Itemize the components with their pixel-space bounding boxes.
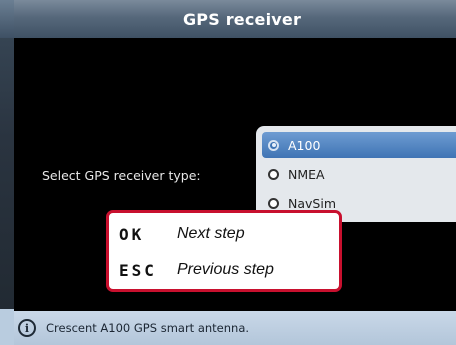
app-frame: GPS receiver Select GPS receiver type: A… bbox=[0, 0, 456, 345]
radio-option-a100[interactable]: A100 bbox=[262, 132, 456, 158]
radio-unselected-icon bbox=[268, 168, 279, 180]
window-title: GPS receiver bbox=[182, 9, 302, 29]
radio-option-label: NavSim bbox=[288, 195, 336, 211]
adjacent-window-status-edge bbox=[0, 309, 14, 345]
info-icon: i bbox=[18, 319, 36, 337]
status-bar: i Crescent A100 GPS smart antenna. bbox=[14, 311, 456, 345]
radio-selected-icon bbox=[268, 139, 279, 151]
ok-key-description: Next step bbox=[177, 225, 245, 242]
radio-option-nmea[interactable]: NMEA bbox=[262, 161, 456, 187]
key-hint-callout: OK Next step ESC Previous step bbox=[106, 210, 342, 292]
adjacent-window-edge bbox=[0, 0, 14, 345]
title-bar: GPS receiver bbox=[14, 0, 456, 38]
hint-row-ok: OK Next step bbox=[119, 221, 245, 247]
radio-option-label: A100 bbox=[288, 137, 321, 153]
esc-key-label: ESC bbox=[119, 260, 157, 280]
hint-row-esc: ESC Previous step bbox=[119, 257, 274, 283]
status-text: Crescent A100 GPS smart antenna. bbox=[46, 321, 250, 335]
adjacent-window-title-edge bbox=[0, 0, 14, 38]
esc-key-description: Previous step bbox=[177, 261, 274, 278]
radio-option-label: NMEA bbox=[288, 166, 325, 182]
ok-key-label: OK bbox=[119, 224, 145, 244]
receiver-type-label: Select GPS receiver type: bbox=[42, 168, 201, 183]
gps-receiver-dialog: GPS receiver Select GPS receiver type: A… bbox=[14, 0, 456, 345]
receiver-type-radio-group: A100 NMEA NavSim bbox=[256, 126, 456, 222]
radio-unselected-icon bbox=[268, 197, 279, 209]
